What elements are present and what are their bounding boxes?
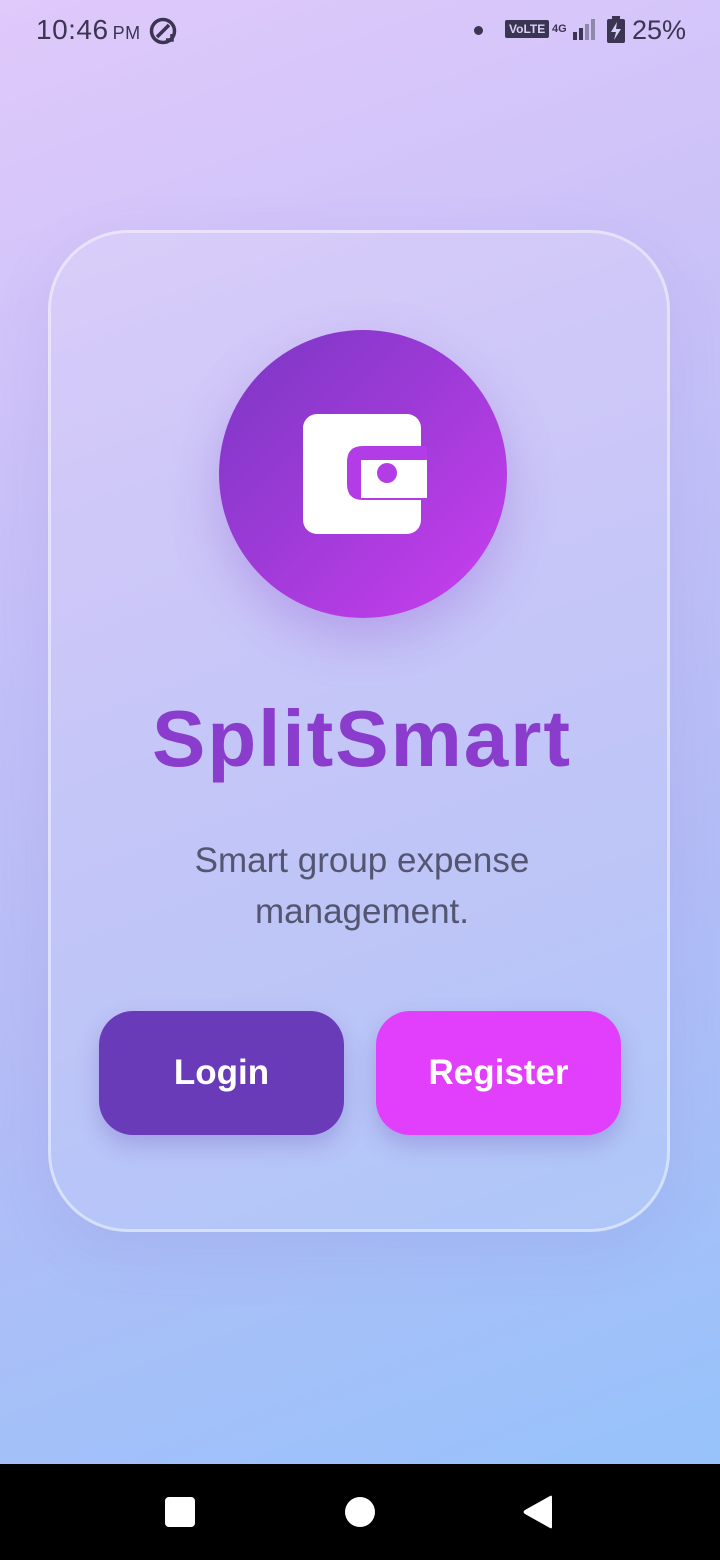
battery-percentage: 25% bbox=[632, 15, 687, 45]
recents-square-icon[interactable] bbox=[165, 1497, 195, 1527]
battery-charging-icon bbox=[607, 16, 625, 43]
app-tagline: Smart group expense management. bbox=[194, 841, 530, 931]
notification-dot-icon bbox=[474, 26, 483, 35]
status-time-value: 10:46 bbox=[36, 14, 109, 45]
volte-badge: VoLTE bbox=[505, 20, 550, 38]
home-circle-icon[interactable] bbox=[345, 1497, 375, 1527]
welcome-card: SplitSmart Smart group expense managemen… bbox=[48, 230, 670, 1232]
navigation-bar bbox=[0, 1464, 720, 1560]
status-time: 10:46 PM bbox=[36, 14, 141, 46]
back-triangle-icon[interactable] bbox=[522, 1495, 554, 1529]
app-logo bbox=[219, 330, 507, 618]
login-button[interactable]: Login bbox=[99, 1011, 344, 1135]
network-type: 4G bbox=[552, 23, 567, 35]
app-title: SplitSmart bbox=[151, 694, 573, 783]
signal-icon bbox=[573, 19, 595, 40]
status-bar: 10:46 PM VoLTE 4G 25% bbox=[0, 0, 720, 64]
wallet-icon bbox=[303, 414, 427, 534]
register-button[interactable]: Register bbox=[376, 1011, 621, 1135]
location-q-icon bbox=[149, 17, 177, 45]
status-ampm: PM bbox=[112, 23, 141, 43]
